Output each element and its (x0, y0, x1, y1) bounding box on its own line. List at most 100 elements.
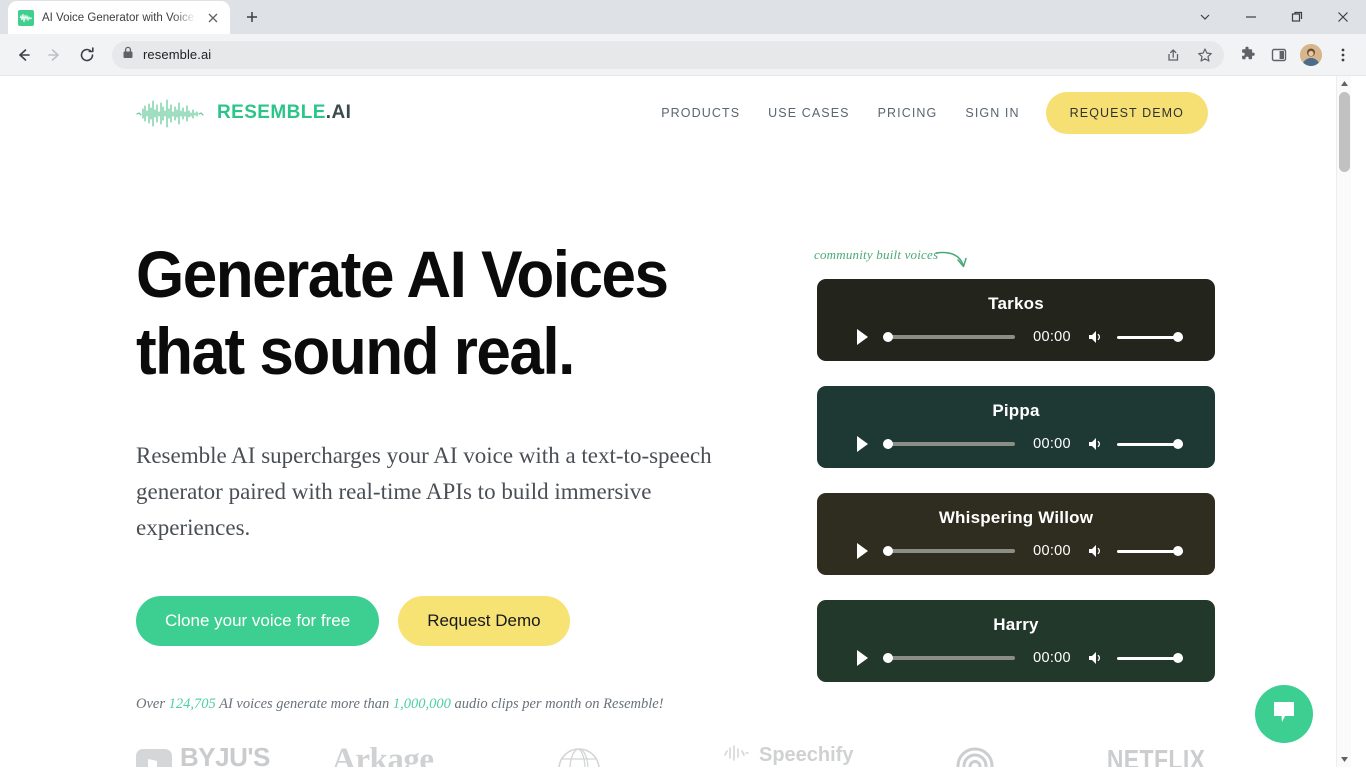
sidepanel-icon[interactable] (1264, 40, 1294, 70)
resemble-favicon (18, 9, 34, 26)
speechify-waveform-icon (723, 745, 749, 766)
community-built-voices-annotation: community built voices (814, 239, 984, 279)
logo-text: RESEMBLE.AI (217, 102, 351, 124)
byjus-text: BYJU'S The Learning App (180, 744, 270, 767)
seek-slider[interactable] (883, 545, 1016, 557)
speechify-row: Speechify (723, 744, 853, 767)
time-display: 00:00 (1033, 436, 1071, 452)
speaker-icon[interactable] (1085, 541, 1107, 561)
page-scrollbar[interactable] (1336, 76, 1351, 767)
seek-knob[interactable] (883, 332, 894, 342)
chat-widget-button[interactable] (1255, 685, 1313, 743)
forward-icon[interactable] (40, 40, 70, 70)
player-controls: 00:00 (849, 540, 1183, 562)
minimize-button[interactable] (1228, 1, 1274, 33)
nav-item-use-cases[interactable]: USE CASES (754, 106, 863, 120)
seek-knob[interactable] (883, 439, 894, 449)
maximize-button[interactable] (1274, 1, 1320, 33)
voice-card-whispering-willow[interactable]: Whispering Willow 00:00 (817, 493, 1215, 575)
annotation-text: community built voices (814, 247, 938, 262)
share-icon[interactable] (1158, 40, 1188, 70)
seek-knob[interactable] (883, 653, 894, 663)
close-tab-icon[interactable] (204, 9, 222, 27)
scroll-down-arrow-icon[interactable] (1337, 752, 1352, 767)
seek-slider[interactable] (883, 438, 1016, 450)
volume-slider[interactable] (1116, 331, 1183, 343)
browser-tab[interactable]: AI Voice Generator with Voice Clo (8, 1, 230, 34)
avatar (1300, 43, 1322, 66)
client-logo-speechify: Speechify (723, 744, 853, 767)
volume-slider[interactable] (1116, 545, 1183, 557)
client-name: Arkage (332, 742, 434, 768)
voice-card-tarkos[interactable]: Tarkos 00:00 (817, 279, 1215, 361)
speaker-icon[interactable] (1085, 434, 1107, 454)
request-demo-button[interactable]: Request Demo (398, 596, 570, 646)
play-icon[interactable] (849, 540, 875, 562)
close-window-button[interactable] (1320, 1, 1366, 33)
stats-line: Over 124,705 AI voices generate more tha… (136, 696, 776, 713)
scroll-up-arrow-icon[interactable] (1337, 76, 1352, 91)
nav-item-products[interactable]: PRODUCTS (647, 106, 754, 120)
player-controls: 00:00 (849, 647, 1183, 669)
page-title: Generate AI Voices that sound real. (136, 236, 738, 390)
nav-item-sign-in[interactable]: SIGN IN (951, 106, 1033, 120)
scrollbar-thumb[interactable] (1339, 92, 1350, 172)
hero-subheading: Resemble AI supercharges your AI voice w… (136, 443, 712, 540)
play-icon[interactable] (849, 433, 875, 455)
voice-name: Pippa (992, 401, 1040, 420)
page-viewport: RESEMBLE.AI PRODUCTS USE CASES PRICING S… (0, 76, 1366, 767)
volume-knob[interactable] (1172, 439, 1183, 449)
stats-prefix: Over (136, 696, 169, 712)
voice-card-harry[interactable]: Harry 00:00 (817, 600, 1215, 682)
time-display: 00:00 (1033, 329, 1071, 345)
voice-card-pippa[interactable]: Pippa 00:00 (817, 386, 1215, 468)
seek-track (883, 335, 1016, 339)
seek-slider[interactable] (883, 652, 1016, 664)
stats-voice-count: 124,705 (168, 696, 216, 712)
tab-search-icon[interactable] (1182, 1, 1228, 33)
client-name: BYJU'S (180, 742, 270, 767)
address-bar[interactable]: resemble.ai (112, 40, 1224, 69)
profile-button[interactable] (1296, 40, 1326, 70)
play-icon[interactable] (849, 326, 875, 348)
nav-item-pricing[interactable]: PRICING (864, 106, 952, 120)
volume-slider[interactable] (1116, 438, 1183, 450)
browser-toolbar: resemble.ai (0, 34, 1366, 76)
byjus-mark-icon (136, 748, 172, 767)
player-controls: 00:00 (849, 326, 1183, 348)
star-icon[interactable] (1190, 40, 1220, 70)
speaker-icon[interactable] (1085, 327, 1107, 347)
puzzle-icon[interactable] (1232, 40, 1262, 70)
kebab-menu-icon[interactable] (1328, 40, 1358, 70)
new-tab-button[interactable] (238, 3, 266, 31)
reload-icon[interactable] (72, 40, 102, 70)
clone-voice-button[interactable]: Clone your voice for free (136, 596, 380, 646)
request-demo-nav-button[interactable]: REQUEST DEMO (1045, 92, 1208, 134)
client-logo-arkage: Arkage Think. Create. Code. Dream. (331, 742, 435, 768)
speaker-icon[interactable] (1085, 648, 1107, 668)
seek-track (883, 549, 1016, 553)
main-nav: PRODUCTS USE CASES PRICING SIGN IN REQUE… (647, 92, 1208, 134)
tab-strip: AI Voice Generator with Voice Clo (0, 0, 1366, 34)
volume-knob[interactable] (1172, 332, 1183, 342)
seek-knob[interactable] (883, 546, 894, 556)
client-logo-strip: BYJU'S The Learning App Arkage Think. Cr… (136, 744, 1216, 767)
seek-track (883, 442, 1016, 446)
voice-name: Tarkos (988, 294, 1044, 313)
stats-clip-count: 1,000,000 (392, 696, 451, 712)
volume-knob[interactable] (1172, 653, 1183, 663)
volume-knob[interactable] (1172, 546, 1183, 556)
client-logo-byjus: BYJU'S The Learning App (136, 744, 270, 767)
voice-player-list: community built voices Tarkos 00:00 Pipp… (814, 247, 1215, 707)
play-icon[interactable] (849, 647, 875, 669)
globe-icon (554, 744, 604, 767)
client-name: Speechify (758, 744, 854, 766)
voice-name: Harry (993, 615, 1039, 634)
back-icon[interactable] (8, 40, 38, 70)
seek-slider[interactable] (883, 331, 1016, 343)
omnibox-actions (1158, 41, 1220, 69)
logo-tld: .AI (325, 102, 352, 123)
site-logo[interactable]: RESEMBLE.AI (136, 98, 351, 128)
volume-slider[interactable] (1116, 652, 1183, 664)
player-controls: 00:00 (849, 433, 1183, 455)
